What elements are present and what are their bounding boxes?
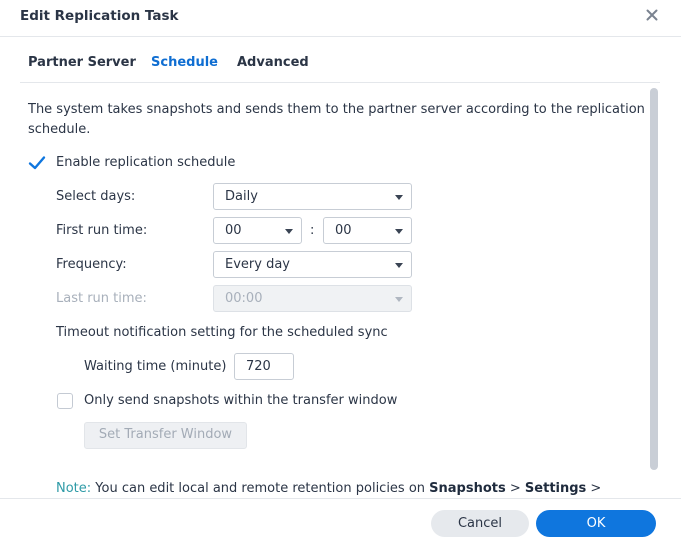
checkmark-icon	[28, 156, 46, 170]
schedule-description: The system takes snapshots and sends the…	[28, 102, 645, 137]
enable-schedule-label: Enable replication schedule	[56, 155, 236, 170]
dialog-title: Edit Replication Task	[20, 8, 179, 24]
enable-schedule-checkbox[interactable]	[28, 155, 46, 171]
footer-divider	[0, 498, 681, 499]
note-prefix: Note:	[56, 481, 92, 496]
transfer-window-checkbox[interactable]	[57, 393, 73, 409]
cancel-button[interactable]: Cancel	[431, 510, 529, 537]
waiting-time-input[interactable]: 720	[234, 353, 294, 380]
chevron-down-icon	[395, 263, 403, 268]
first-run-hour-value: 00	[225, 223, 242, 238]
first-run-hour-dropdown[interactable]: 00	[213, 217, 302, 244]
header-divider	[0, 36, 681, 37]
waiting-time-value: 720	[246, 359, 271, 374]
chevron-down-icon	[285, 229, 293, 234]
tab-schedule[interactable]: Schedule	[151, 55, 218, 70]
note-sep: >	[505, 481, 525, 496]
frequency-label: Frequency:	[56, 257, 127, 272]
last-run-time-value: 00:00	[225, 291, 263, 306]
tab-partner-server[interactable]: Partner Server	[28, 55, 136, 70]
set-transfer-window-button: Set Transfer Window	[84, 422, 247, 449]
chevron-down-icon	[395, 195, 403, 200]
last-run-time-dropdown: 00:00	[213, 285, 412, 312]
transfer-window-label: Only send snapshots within the transfer …	[84, 393, 398, 408]
chevron-down-icon	[395, 229, 403, 234]
first-run-time-label: First run time:	[56, 223, 148, 238]
waiting-time-label: Waiting time (minute)	[84, 359, 227, 374]
select-days-value: Daily	[225, 189, 258, 204]
select-days-label: Select days:	[56, 189, 136, 204]
tab-advanced[interactable]: Advanced	[237, 55, 309, 70]
first-run-minute-value: 00	[335, 223, 352, 238]
retention-note: Note: You can edit local and remote rete…	[56, 481, 601, 496]
time-separator: :	[310, 223, 315, 238]
first-run-minute-dropdown[interactable]: 00	[323, 217, 412, 244]
close-icon	[646, 9, 658, 21]
frequency-value: Every day	[225, 257, 290, 272]
note-tail: >	[586, 481, 602, 496]
note-snapshots: Snapshots	[429, 481, 506, 496]
scrollbar-thumb[interactable]	[650, 88, 658, 470]
close-button[interactable]	[643, 6, 661, 24]
last-run-time-label: Last run time:	[56, 291, 147, 306]
timeout-heading: Timeout notification setting for the sch…	[56, 325, 388, 340]
note-settings: Settings	[524, 481, 587, 496]
ok-button[interactable]: OK	[536, 510, 656, 537]
select-days-dropdown[interactable]: Daily	[213, 183, 412, 210]
frequency-dropdown[interactable]: Every day	[213, 251, 412, 278]
tabs-divider	[20, 82, 660, 83]
note-text: You can edit local and remote retention …	[91, 481, 430, 496]
chevron-down-icon	[395, 297, 403, 302]
